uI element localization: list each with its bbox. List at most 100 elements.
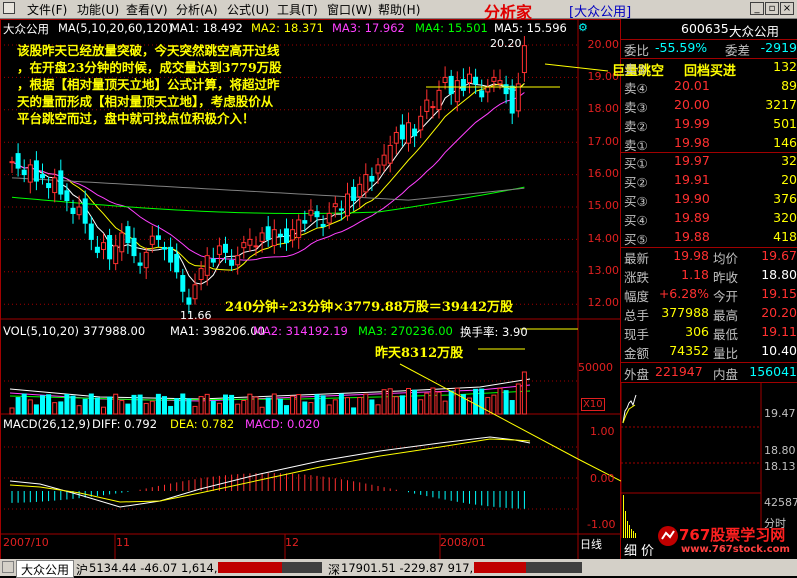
buy-label: 买② (624, 175, 648, 190)
weibi-label: 委比 (624, 43, 650, 58)
price-tick: 15.00 (587, 199, 620, 212)
candle-body (259, 232, 265, 242)
candle-body (485, 86, 491, 93)
stats-row: 总手 377988 最高 20.20 (621, 305, 797, 323)
candle-body (162, 246, 167, 250)
volume-bar (338, 393, 344, 415)
volume-bar (40, 395, 45, 415)
volume-bar (399, 395, 405, 415)
volume-scale: X10 (581, 398, 605, 411)
mini-axis-tick: 18.13 (764, 460, 796, 473)
scroll-left-icon[interactable] (2, 561, 14, 573)
menu-help[interactable]: 帮助(H) (378, 1, 420, 18)
volume-bar (210, 400, 216, 415)
sell-label: 卖② (624, 119, 648, 134)
menu-function[interactable]: 功能(U) (77, 1, 119, 18)
close-icon[interactable]: × (780, 2, 794, 15)
candle-body (363, 174, 369, 193)
candle-body (351, 186, 357, 202)
outer-label: 外盘 (624, 367, 650, 382)
candle-body (265, 226, 271, 240)
buy-price: 19.88 (674, 229, 710, 244)
volume-bar (21, 393, 27, 415)
candle-body (357, 183, 363, 198)
weicha-value: -2919 (760, 40, 797, 55)
candle-body (479, 90, 485, 98)
volume-bar (9, 407, 15, 415)
tab-detail[interactable]: 细 (624, 540, 637, 559)
volume-bar (320, 395, 326, 415)
candle-body (442, 76, 448, 84)
volume-bar (387, 388, 393, 415)
volume-bar (326, 404, 332, 415)
candle-body (229, 259, 235, 266)
candle-body (497, 80, 503, 85)
menu-view[interactable]: 查看(V) (126, 1, 168, 18)
stock-name: 大众公用 (729, 24, 780, 39)
app-icon[interactable] (3, 2, 15, 14)
volume-axis-tick: 50000 (578, 361, 613, 374)
volume-bar (296, 394, 302, 415)
candle-body (186, 297, 192, 305)
volume-bar (58, 401, 64, 415)
buy-label: 买⑤ (624, 232, 648, 247)
date-tick: 2007/10 (3, 536, 49, 549)
buy-label: 买④ (624, 213, 648, 228)
tab-stock[interactable]: 大众公用 (16, 560, 75, 578)
volume-ma1: MA1: 398206.00 (170, 324, 265, 338)
outer-inner-row: 外盘 221947 内盘 156041 (621, 364, 797, 382)
menu-analysis[interactable]: 分析(A) (176, 1, 218, 18)
candle-body (107, 235, 113, 260)
mini-axis-tick: 18.80 (764, 444, 796, 457)
weicha-label: 委差 (725, 43, 751, 58)
volume-bar (448, 390, 454, 415)
buy-price: 19.89 (674, 210, 710, 225)
candle-body (149, 235, 155, 245)
menu-file[interactable]: 文件(F) (27, 1, 67, 18)
macd-diff: DIFF: 0.792 (92, 417, 158, 431)
volume-params: VOL(5,10,20) (3, 324, 79, 338)
weibi-row: 委比 -55.59% 委差 -2919 (621, 40, 797, 58)
tab-price[interactable]: 价 (641, 540, 654, 559)
stats-row: 幅度 +6.28% 今开 19.15 (621, 286, 797, 304)
candle-body (33, 160, 39, 182)
volume-bar (46, 394, 52, 415)
volume-bar (442, 400, 448, 415)
sz-progress-bar (474, 562, 582, 573)
stat-value: 1.18 (681, 267, 709, 282)
candle-body (76, 206, 82, 216)
sell-volume: 3217 (765, 97, 797, 112)
candle-body (387, 144, 393, 164)
menu-formula[interactable]: 公式(U) (227, 1, 269, 18)
ma-params: MA(5,10,20,60,120) (58, 21, 173, 35)
menu-tools[interactable]: 工具(T) (277, 1, 318, 18)
annotation-line: 平台跳空而过，盘中就可找点位积极介入！ (17, 111, 255, 126)
buy-row: 买⑤ 19.88 418 (621, 229, 797, 247)
volume-bar (119, 400, 125, 415)
minimize-icon[interactable]: _ (750, 2, 764, 15)
stock-code: 600635 (681, 21, 729, 36)
volume-bar (259, 406, 265, 415)
buy-volume: 20 (781, 172, 797, 187)
candle-body (448, 75, 454, 95)
candle-body (143, 251, 149, 269)
brand-subtitle: [大众公用] (569, 5, 632, 20)
volume-bar (473, 388, 479, 415)
price-tick: 13.00 (587, 264, 620, 277)
volume-bar (88, 393, 94, 415)
restore-icon[interactable]: ▫ (765, 2, 779, 15)
volume-bar (271, 393, 277, 415)
volume-bar (94, 397, 100, 415)
volume-bar (430, 387, 436, 415)
volume-ma2: MA2: 314192.19 (253, 324, 348, 338)
volume-bar (424, 392, 430, 415)
candle-body (509, 85, 515, 114)
menu-window[interactable]: 窗口(W) (327, 1, 372, 18)
candle-body (216, 245, 222, 255)
volume-bar (216, 402, 222, 415)
volume-bar (149, 400, 155, 415)
volume-bar (131, 394, 137, 415)
sell-volume: 146 (773, 135, 797, 150)
candle-body (21, 169, 27, 176)
ma5-value: MA5: 15.596 (494, 21, 567, 35)
